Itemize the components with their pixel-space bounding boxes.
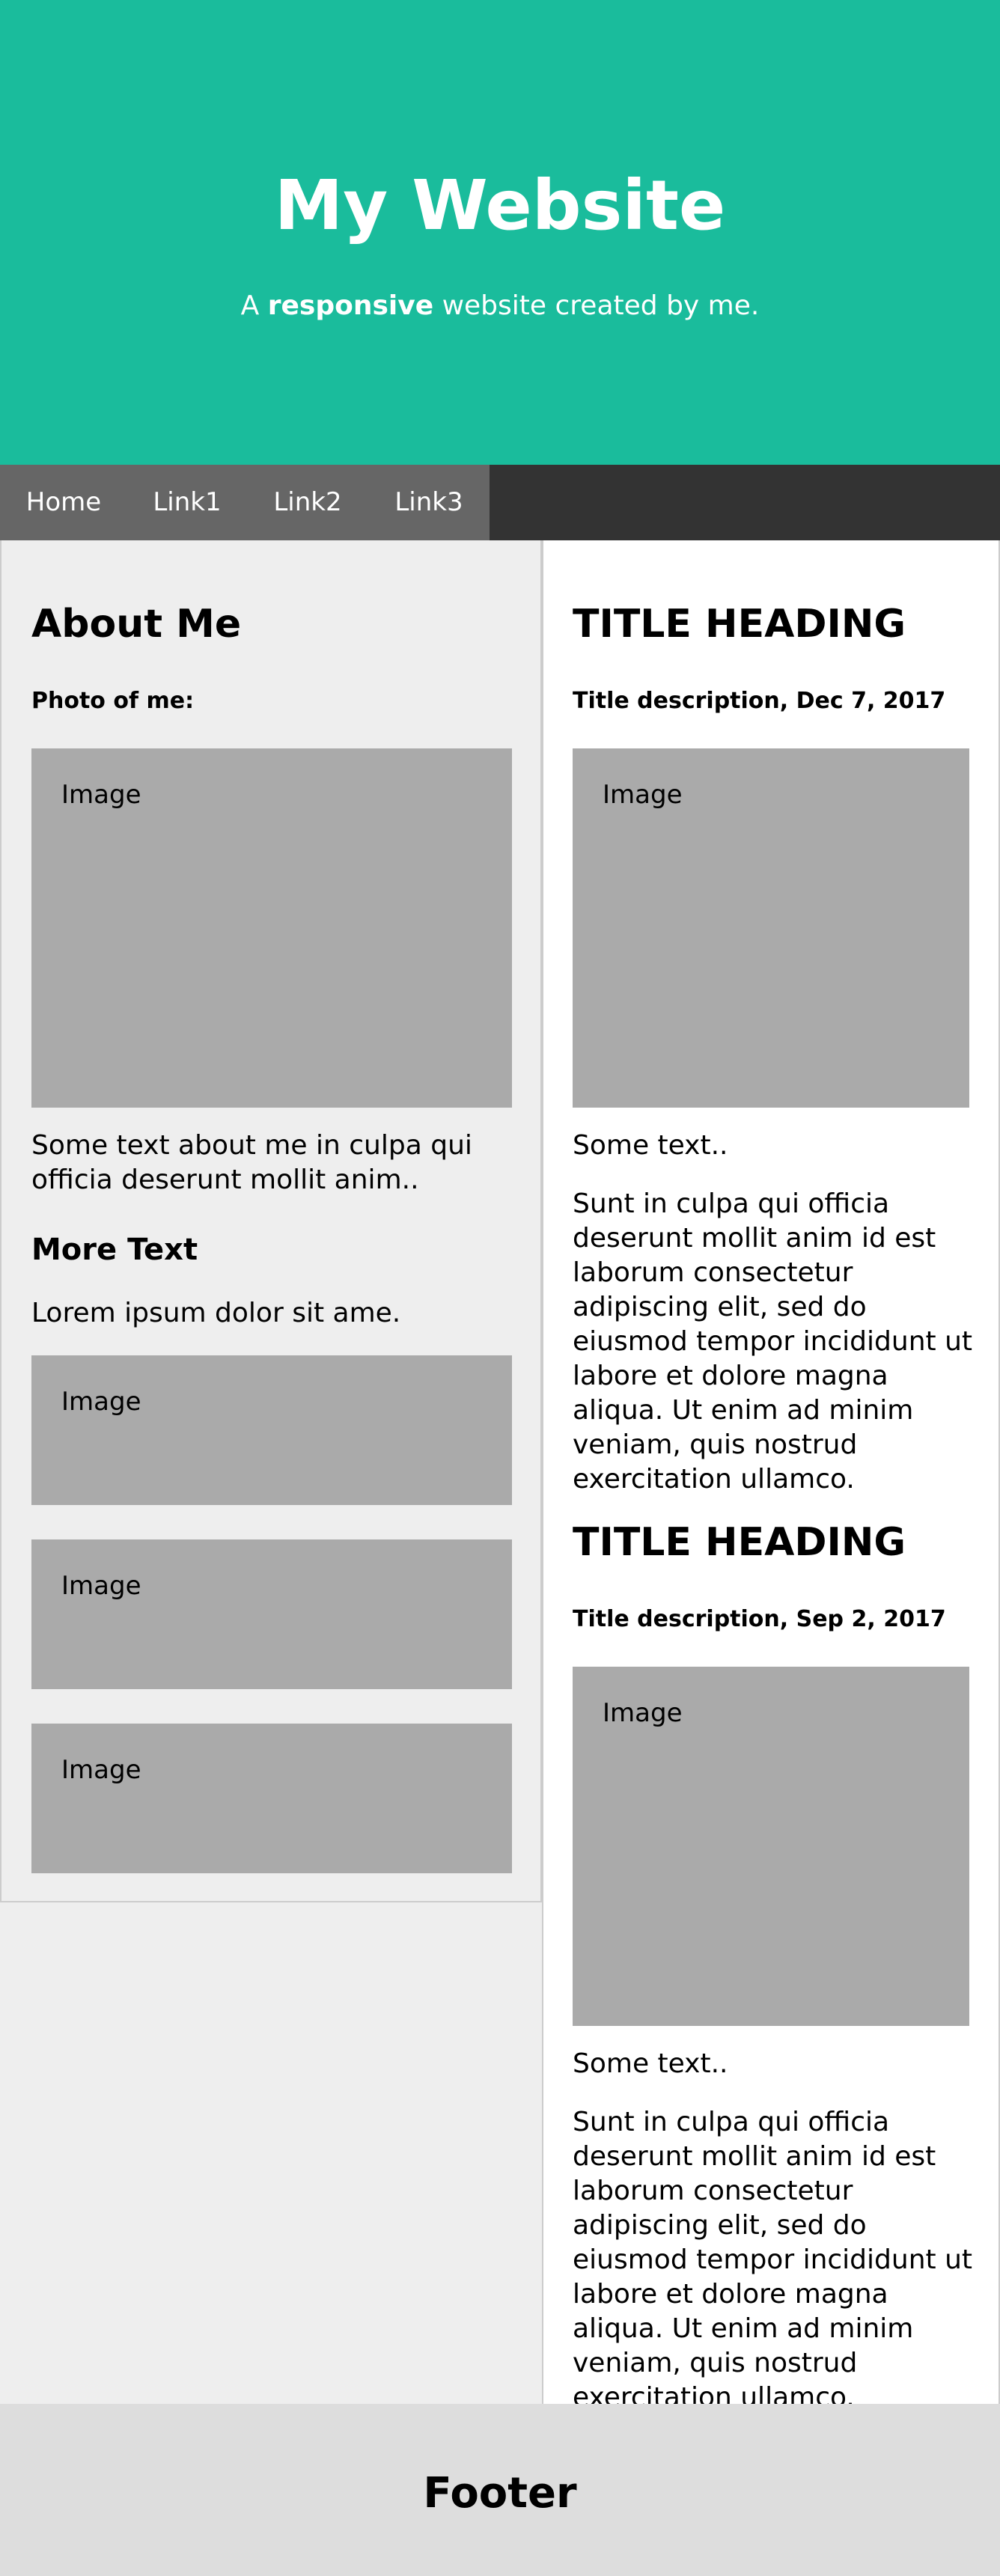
post-description: Title description, Dec 7, 2017 bbox=[573, 688, 946, 714]
subtitle-prefix: A bbox=[240, 290, 268, 321]
nav-link-link3[interactable]: Link3 bbox=[368, 465, 490, 540]
post-image: Image bbox=[573, 1667, 969, 2026]
site-title: My Website bbox=[274, 165, 726, 245]
image-label: Image bbox=[603, 1698, 683, 1728]
side-image-3: Image bbox=[31, 1724, 512, 1873]
navbar: Home Link1 Link2 Link3 bbox=[0, 465, 1000, 540]
side-image-1: Image bbox=[31, 1355, 512, 1505]
nav-link-home[interactable]: Home bbox=[0, 465, 127, 540]
side-image-2: Image bbox=[31, 1539, 512, 1689]
nav-link-link1[interactable]: Link1 bbox=[127, 465, 247, 540]
image-label: Image bbox=[61, 1571, 141, 1601]
post-description: Title description, Sep 2, 2017 bbox=[573, 1606, 946, 1632]
image-label: Image bbox=[61, 1755, 141, 1785]
image-label: Image bbox=[603, 780, 683, 810]
photo-label: Photo of me: bbox=[31, 688, 195, 714]
more-text: Lorem ipsum dolor sit ame. bbox=[31, 1298, 401, 1328]
site-subtitle: A responsive website created by me. bbox=[0, 288, 1000, 324]
post-title: TITLE HEADING bbox=[573, 602, 906, 647]
post-body: Sunt in culpa qui officia deserunt molli… bbox=[573, 1188, 973, 1495]
post-short-text: Some text.. bbox=[573, 2048, 728, 2079]
subtitle-bold: responsive bbox=[267, 290, 434, 321]
post-title: TITLE HEADING bbox=[573, 1520, 906, 1565]
post-image: Image bbox=[573, 748, 969, 1108]
footer-title: Footer bbox=[423, 2469, 577, 2518]
more-text-heading: More Text bbox=[31, 1233, 198, 1267]
about-text: Some text about me in culpa qui officia … bbox=[31, 1130, 472, 1195]
nav-link-link2[interactable]: Link2 bbox=[247, 465, 368, 540]
post-short-text: Some text.. bbox=[573, 1130, 728, 1161]
subtitle-suffix: website created by me. bbox=[433, 290, 760, 321]
side-column: About Me Photo of me: Image Some text ab… bbox=[0, 540, 542, 1902]
main-column: TITLE HEADING Title description, Dec 7, … bbox=[542, 540, 1000, 2413]
site-footer: Footer bbox=[0, 2404, 1000, 2576]
site-header: My Website A responsive website created … bbox=[0, 0, 1000, 465]
image-label: Image bbox=[61, 1387, 141, 1417]
about-heading: About Me bbox=[31, 602, 242, 647]
image-label: Image bbox=[61, 780, 141, 810]
post-body: Sunt in culpa qui officia deserunt molli… bbox=[573, 2107, 973, 2413]
profile-image: Image bbox=[31, 748, 512, 1108]
